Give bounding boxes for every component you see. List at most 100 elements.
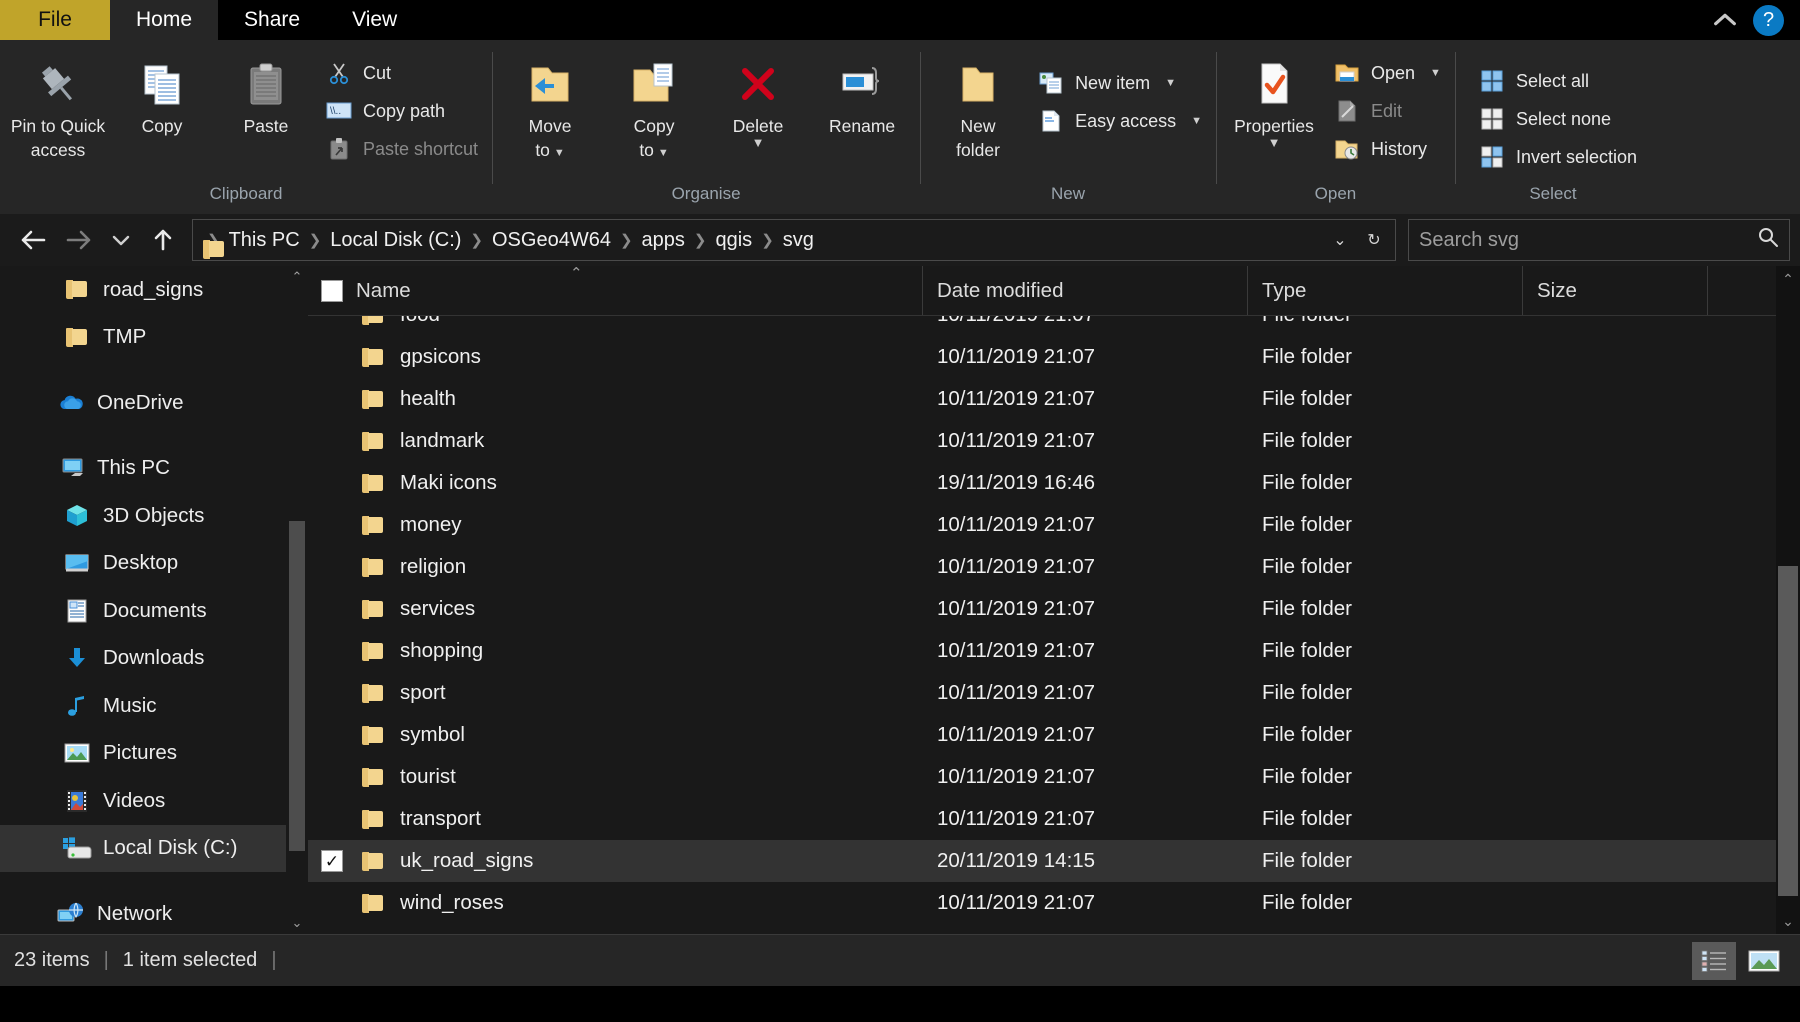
table-row[interactable]: transport 10/11/2019 21:07 File folder (308, 798, 1800, 840)
search-icon[interactable] (1757, 226, 1779, 254)
breadcrumb[interactable]: ❯ This PC ❯ Local Disk (C:) ❯ OSGeo4W64 … (192, 219, 1396, 261)
back-button[interactable] (10, 218, 56, 262)
tab-share[interactable]: Share (218, 0, 326, 40)
invert-selection-button[interactable]: Invert selection (1471, 138, 1645, 176)
properties-button[interactable]: Properties ▼ (1222, 50, 1326, 155)
history-button[interactable]: History (1326, 130, 1449, 168)
move-to-button[interactable]: Move to ▼ (498, 50, 602, 166)
copy-to-button[interactable]: Copy to ▼ (602, 50, 706, 166)
search-input[interactable]: Search svg (1408, 219, 1790, 261)
sidebar-item-onedrive[interactable]: OneDrive (0, 379, 308, 427)
pin-to-quick-access-button[interactable]: Pin to Quick access (6, 50, 110, 166)
table-row[interactable]: health 10/11/2019 21:07 File folder (308, 378, 1800, 420)
table-row[interactable]: wind_roses 10/11/2019 21:07 File folder (308, 882, 1800, 924)
chevron-down-icon[interactable]: ⌄ (1776, 908, 1800, 934)
file-type: File folder (1262, 387, 1353, 410)
forward-button[interactable] (56, 218, 102, 262)
select-all-button[interactable]: Select all (1471, 62, 1645, 100)
sidebar-item-downloads[interactable]: Downloads (0, 635, 308, 683)
large-icons-view-button[interactable] (1742, 942, 1786, 980)
sidebar-item-pictures[interactable]: Pictures (0, 730, 308, 778)
open-button[interactable]: Open ▼ (1326, 54, 1449, 92)
sidebar-item-documents[interactable]: Documents (0, 587, 308, 635)
sidebar-item-tmp[interactable]: TMP (0, 314, 308, 362)
table-row[interactable]: landmark 10/11/2019 21:07 File folder (308, 420, 1800, 462)
tab-file[interactable]: File (0, 0, 110, 40)
desktop-icon (62, 550, 92, 576)
file-list-scrollbar[interactable]: ⌃ ⌄ (1776, 266, 1800, 934)
select-none-button[interactable]: Select none (1471, 100, 1645, 138)
table-row[interactable]: gpsicons 10/11/2019 21:07 File folder (308, 336, 1800, 378)
file-name: transport (400, 807, 481, 830)
easy-access-button[interactable]: Easy access ▼ (1030, 102, 1210, 140)
new-folder-button[interactable]: New folder (926, 50, 1030, 166)
sidebar-scrollbar-thumb[interactable] (289, 521, 305, 851)
cut-button[interactable]: Cut (318, 54, 486, 92)
breadcrumb-item-osgeo4w64[interactable]: OSGeo4W64 (485, 229, 618, 252)
breadcrumb-item-apps[interactable]: apps (635, 229, 692, 252)
select-all-label: Select all (1515, 70, 1589, 91)
folder-icon (356, 851, 390, 871)
table-row[interactable]: shopping 10/11/2019 21:07 File folder (308, 630, 1800, 672)
chevron-up-icon[interactable] (1711, 6, 1739, 34)
sidebar-item-road-signs[interactable]: road_signs (0, 266, 308, 314)
chevron-down-icon[interactable]: ⌄ (1323, 230, 1357, 250)
sidebar-item-this-pc[interactable]: This PC (0, 445, 308, 493)
file-list-scrollbar-thumb[interactable] (1778, 566, 1798, 896)
sidebar-item-videos[interactable]: Videos (0, 777, 308, 825)
sidebar-item-network[interactable]: Network (0, 890, 308, 934)
delete-button[interactable]: Delete ▼ (706, 50, 810, 155)
edit-button[interactable]: Edit (1326, 92, 1449, 130)
paste-shortcut-button[interactable]: Paste shortcut (318, 130, 486, 168)
column-header-date-modified[interactable]: Date modified (923, 266, 1248, 315)
open-label: Open (1371, 62, 1416, 83)
sidebar-item-music[interactable]: Music (0, 682, 308, 730)
sidebar-scrollbar[interactable]: ⌃ ⌄ (286, 266, 308, 934)
table-row[interactable]: food 10/11/2019 21:07 File folder (308, 316, 1800, 336)
paste-button[interactable]: Paste (214, 50, 318, 142)
help-button[interactable]: ? (1753, 4, 1784, 36)
move-to-label-2: to (535, 140, 550, 161)
column-header-name[interactable]: Name (308, 266, 923, 315)
column-header-size[interactable]: Size (1523, 266, 1708, 315)
sidebar-item-desktop[interactable]: Desktop (0, 540, 308, 588)
copy-path-button[interactable]: \\.. Copy path (318, 92, 486, 130)
tab-home[interactable]: Home (110, 0, 219, 40)
table-row[interactable]: sport 10/11/2019 21:07 File folder (308, 672, 1800, 714)
chevron-up-icon[interactable]: ⌃ (286, 266, 308, 288)
refresh-icon[interactable]: ↻ (1357, 230, 1391, 250)
tab-view[interactable]: View (326, 0, 423, 40)
paste-icon (241, 56, 291, 112)
table-row[interactable]: religion 10/11/2019 21:07 File folder (308, 546, 1800, 588)
table-row[interactable]: ✓ uk_road_signs 20/11/2019 14:15 File fo… (308, 840, 1800, 882)
chevron-up-icon[interactable]: ⌃ (1776, 266, 1800, 292)
new-item-button[interactable]: New item ▼ (1030, 64, 1210, 102)
up-button[interactable] (140, 218, 186, 262)
rename-button[interactable]: Rename (810, 50, 914, 142)
select-all-checkbox[interactable] (308, 279, 356, 302)
file-name-cell: transport (308, 807, 923, 831)
chevron-down-icon[interactable]: ⌄ (286, 912, 308, 934)
breadcrumb-item-local-disk[interactable]: Local Disk (C:) (323, 229, 468, 252)
copy-button[interactable]: Copy (110, 50, 214, 142)
file-name: health (400, 387, 456, 410)
recent-locations-button[interactable] (102, 218, 140, 262)
file-date: 10/11/2019 21:07 (937, 345, 1096, 368)
breadcrumb-separator: ❯ (761, 232, 774, 249)
folder-icon (356, 389, 390, 409)
history-icon (1334, 136, 1360, 162)
table-row[interactable]: money 10/11/2019 21:07 File folder (308, 504, 1800, 546)
navigation-pane: road_signs TMP OneDrive This PC 3D Objec… (0, 266, 308, 934)
breadcrumb-item-this-pc[interactable]: This PC (222, 229, 307, 252)
row-checkbox[interactable]: ✓ (308, 850, 356, 872)
details-view-button[interactable] (1692, 941, 1736, 980)
table-row[interactable]: tourist 10/11/2019 21:07 File folder (308, 756, 1800, 798)
column-header-type[interactable]: Type (1248, 266, 1523, 315)
sidebar-item-3d-objects[interactable]: 3D Objects (0, 492, 308, 540)
table-row[interactable]: Maki icons 19/11/2019 16:46 File folder (308, 462, 1800, 504)
breadcrumb-item-svg[interactable]: svg (776, 229, 821, 252)
sidebar-item-local-disk-c[interactable]: Local Disk (C:) (0, 824, 308, 872)
breadcrumb-item-qgis[interactable]: qgis (708, 229, 759, 252)
table-row[interactable]: symbol 10/11/2019 21:07 File folder (308, 714, 1800, 756)
table-row[interactable]: services 10/11/2019 21:07 File folder (308, 588, 1800, 630)
